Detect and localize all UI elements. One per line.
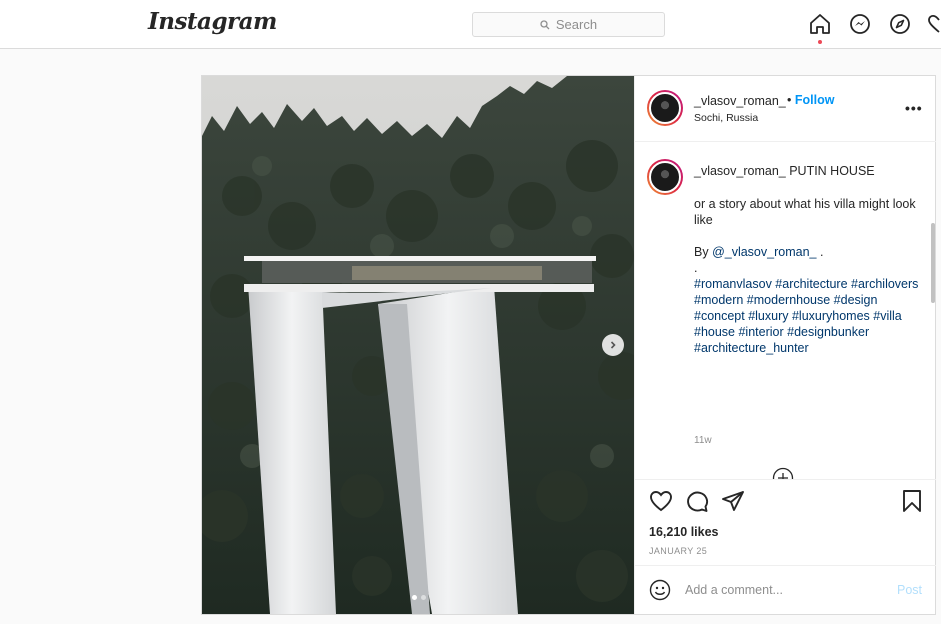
comments-scrollbar[interactable] <box>931 223 935 303</box>
caption-username[interactable]: _vlasov_roman_ <box>694 164 786 178</box>
home-active-dot <box>818 40 822 44</box>
caption-title: PUTIN HOUSE <box>789 164 875 178</box>
author-username[interactable]: _vlasov_roman_ <box>694 94 786 108</box>
add-comment-bar: Add a comment... Post <box>635 565 936 614</box>
carousel-indicator <box>412 595 426 600</box>
caption-header: _vlasov_roman_ PUTIN HOUSE <box>694 164 875 178</box>
caption-dot: . <box>694 261 698 275</box>
caption-hashtags[interactable]: #romanvlasov #architecture #archilovers … <box>694 276 919 356</box>
likes-count[interactable]: 16,210 likes <box>649 525 719 539</box>
search-placeholder: Search <box>555 17 598 32</box>
follow-label: Follow <box>794 93 835 107</box>
post-header: _vlasov_roman_ • Follow Sochi, Russia ••… <box>635 76 936 142</box>
follow-button[interactable]: • Follow <box>787 93 834 107</box>
post-actions: 16,210 likes JANUARY 25 <box>635 479 936 565</box>
chevron-right-icon <box>610 341 616 349</box>
post-sidebar: _vlasov_roman_ • Follow Sochi, Russia ••… <box>634 76 936 614</box>
search-icon <box>540 19 550 29</box>
messenger-icon[interactable] <box>849 13 871 35</box>
like-heart-icon[interactable] <box>649 490 673 512</box>
post-photo[interactable] <box>202 76 634 614</box>
home-icon[interactable] <box>809 13 831 35</box>
carousel-dot-active <box>412 595 417 600</box>
caption-age: 11w <box>694 435 712 446</box>
caption-line: or a story about what his villa might lo… <box>694 197 916 227</box>
instagram-logo[interactable]: Instagram <box>148 8 277 35</box>
caption-credit: By @_vlasov_roman_ . <box>694 244 919 260</box>
top-navigation-bar: Instagram Search <box>0 0 941 49</box>
follow-bullet: • <box>787 93 792 107</box>
search-input[interactable]: Search <box>472 12 665 37</box>
post-date: JANUARY 25 <box>649 546 708 556</box>
post-card: _vlasov_roman_ • Follow Sochi, Russia ••… <box>201 75 936 615</box>
add-comment-input[interactable]: Add a comment... <box>685 583 783 597</box>
save-bookmark-icon[interactable] <box>902 489 922 513</box>
credit-suffix: . <box>816 245 824 259</box>
explore-icon[interactable] <box>889 13 911 35</box>
carousel-dot <box>421 595 426 600</box>
post-comment-button[interactable]: Post <box>897 583 922 597</box>
credit-mention-link[interactable]: @_vlasov_roman_ <box>712 245 816 259</box>
villa-image <box>202 76 634 614</box>
credit-prefix: By <box>694 245 713 259</box>
more-options-button[interactable]: ••• <box>905 100 923 116</box>
author-avatar[interactable] <box>647 90 683 126</box>
activity-icon[interactable] <box>928 13 941 35</box>
carousel-next-button[interactable] <box>602 334 624 356</box>
share-icon[interactable] <box>721 490 745 512</box>
load-more-comments-icon[interactable] <box>772 467 794 479</box>
comment-icon[interactable] <box>685 490 709 512</box>
emoji-icon[interactable] <box>649 579 671 601</box>
post-location[interactable]: Sochi, Russia <box>694 112 758 124</box>
caption-avatar[interactable] <box>647 159 683 195</box>
caption-body: or a story about what his villa might lo… <box>694 196 919 356</box>
comments-area: _vlasov_roman_ PUTIN HOUSE or a story ab… <box>635 143 936 479</box>
